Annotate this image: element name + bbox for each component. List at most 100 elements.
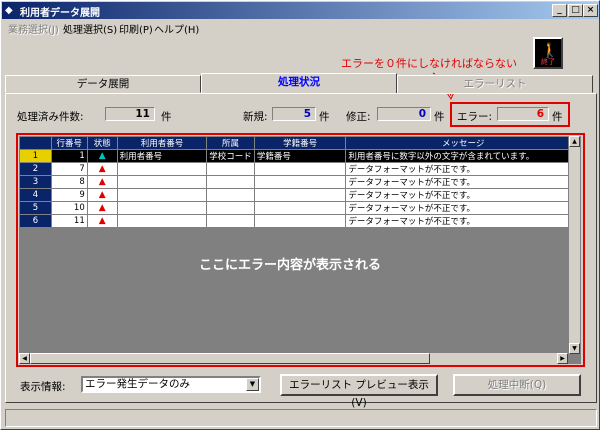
cell-line[interactable]: 8 [50,175,88,189]
close-button[interactable]: × [583,4,598,17]
menu-help[interactable]: ヘルプ(H) [154,21,199,36]
tab-data-expand[interactable]: データ展開 [5,75,201,93]
modified-count-label: 修正: [346,111,371,123]
cell-message[interactable]: データフォーマットが不正です。 [345,201,581,215]
col-header-student-no[interactable]: 学籍番号 [253,136,347,150]
cell-dept[interactable] [206,201,255,215]
tab-strip: データ展開 処理状況 エラーリスト [5,73,597,94]
cell-user-no[interactable] [116,214,208,228]
cell-user-no[interactable] [116,188,208,202]
cell-status[interactable]: ▲ [86,214,118,228]
error-list-preview-button[interactable]: エラーリスト プレビュー表示(V) [280,374,438,409]
cell-status[interactable]: ▲ [86,162,118,176]
modified-count-unit: 件 [434,111,445,123]
app-window: ◆ 利用者データ展開 _ □ × 業務選択(J) 処理選択(S) 印刷(P) ヘ… [0,0,600,430]
cell-status[interactable]: ▲ [86,175,118,189]
red-warning-icon: ▲ [98,203,106,213]
cell-dept[interactable] [206,188,255,202]
cell-message[interactable]: データフォーマットが不正です。 [345,162,581,176]
cell-message[interactable]: 利用者番号に数字以外の文字が含まれています。 [345,149,581,163]
exit-button-label: 終了 [541,58,555,66]
col-header-line[interactable]: 行番号 [50,136,88,150]
row-header[interactable]: 6 [19,214,52,228]
cell-status[interactable]: ▲ [86,149,118,163]
grid-overlay-text: ここにエラー内容が表示される [199,258,382,273]
table-row[interactable]: 3 8 ▲ データフォーマットが不正です。 [19,175,581,189]
red-warning-icon: ▲ [98,177,106,187]
col-header-message[interactable]: メッセージ [345,136,581,150]
processed-count-unit: 件 [161,111,172,123]
error-grid[interactable]: 行番号 状態 利用者番号 所属 学籍番号 メッセージ 1 1 ▲ 利用者番号 学校コード… [19,136,581,364]
cell-user-no[interactable]: 利用者番号 [116,149,208,163]
scroll-up-icon[interactable]: ▲ [569,136,580,147]
maximize-button[interactable]: □ [568,4,583,17]
cell-status[interactable]: ▲ [86,201,118,215]
scroll-left-icon[interactable]: ◀ [19,353,30,364]
menu-business-select[interactable]: 業務選択(J) [8,21,59,36]
annotation-text: エラーを０件にしなければならない [341,57,517,70]
table-row[interactable]: 6 11 ▲ データフォーマットが不正です。 [19,214,581,228]
cell-dept[interactable] [206,214,255,228]
cell-line[interactable]: 7 [50,162,88,176]
cell-student-no[interactable] [253,188,347,202]
cell-message[interactable]: データフォーマットが不正です。 [345,175,581,189]
stop-process-button[interactable]: 処理中断(Q) [453,374,581,396]
cell-message[interactable]: データフォーマットが不正です。 [345,188,581,202]
cell-line[interactable]: 10 [50,201,88,215]
cell-message[interactable]: データフォーマットが不正です。 [345,214,581,228]
cell-dept[interactable] [206,175,255,189]
cell-user-no[interactable] [116,162,208,176]
exit-button[interactable]: 🚶 終了 [533,37,563,69]
red-warning-icon: ▲ [98,190,106,200]
row-header[interactable]: 3 [19,175,52,189]
row-header[interactable]: 1 [19,149,52,163]
horizontal-scrollbar[interactable]: ◀ ▶ [19,353,568,364]
error-count-value: 6 [497,107,549,121]
table-row[interactable]: 5 10 ▲ データフォーマットが不正です。 [19,201,581,215]
window-title: 利用者データ展開 [20,8,100,19]
processed-count-value: 11 [105,107,155,121]
cell-student-no[interactable] [253,214,347,228]
menu-process-select[interactable]: 処理選択(S) [63,21,117,36]
modified-count-value: 0 [377,107,431,121]
error-table: 行番号 状態 利用者番号 所属 学籍番号 メッセージ 1 1 ▲ 利用者番号 学校コード… [19,136,581,228]
cell-dept[interactable]: 学校コード [206,149,255,163]
processed-count-label: 処理済み件数: [17,111,84,123]
cell-user-no[interactable] [116,201,208,215]
horizontal-scroll-thumb[interactable] [30,353,430,364]
cell-line[interactable]: 9 [50,188,88,202]
cell-line[interactable]: 1 [50,149,88,163]
table-row[interactable]: 2 7 ▲ データフォーマットが不正です。 [19,162,581,176]
table-row[interactable]: 4 9 ▲ データフォーマットが不正です。 [19,188,581,202]
cell-line[interactable]: 11 [50,214,88,228]
cell-user-no[interactable] [116,175,208,189]
tab-error-list[interactable]: エラーリスト [397,75,593,93]
menu-print[interactable]: 印刷(P) [119,21,153,36]
row-header[interactable]: 2 [19,162,52,176]
cell-student-no[interactable] [253,175,347,189]
display-info-select[interactable]: エラー発生データのみ ▼ [81,376,261,393]
cell-student-no[interactable]: 学籍番号 [253,149,347,163]
scroll-down-icon[interactable]: ▼ [569,343,580,354]
row-header[interactable]: 4 [19,188,52,202]
status-bar [5,409,597,427]
vertical-scrollbar[interactable]: ▲ ▼ [568,136,580,354]
tab-process-status[interactable]: 処理状況 [201,73,397,94]
title-bar: ◆ 利用者データ展開 _ □ × [2,2,599,19]
chevron-down-icon[interactable]: ▼ [246,378,259,391]
scroll-right-icon[interactable]: ▶ [557,353,568,364]
cell-student-no[interactable] [253,162,347,176]
table-row[interactable]: 1 1 ▲ 利用者番号 学校コード 学籍番号 利用者番号に数字以外の文字が含まれています。 [19,149,581,163]
new-count-label: 新規: [243,111,268,123]
cell-dept[interactable] [206,162,255,176]
minimize-button[interactable]: _ [552,4,567,17]
red-warning-icon: ▲ [98,216,106,226]
cell-status[interactable]: ▲ [86,188,118,202]
col-header-dept[interactable]: 所属 [206,136,255,150]
new-count-value: 5 [272,107,316,121]
row-header[interactable]: 5 [19,201,52,215]
col-header-user-no[interactable]: 利用者番号 [116,136,208,150]
app-icon: ◆ [5,5,13,16]
cell-student-no[interactable] [253,201,347,215]
col-header-status[interactable]: 状態 [86,136,118,150]
